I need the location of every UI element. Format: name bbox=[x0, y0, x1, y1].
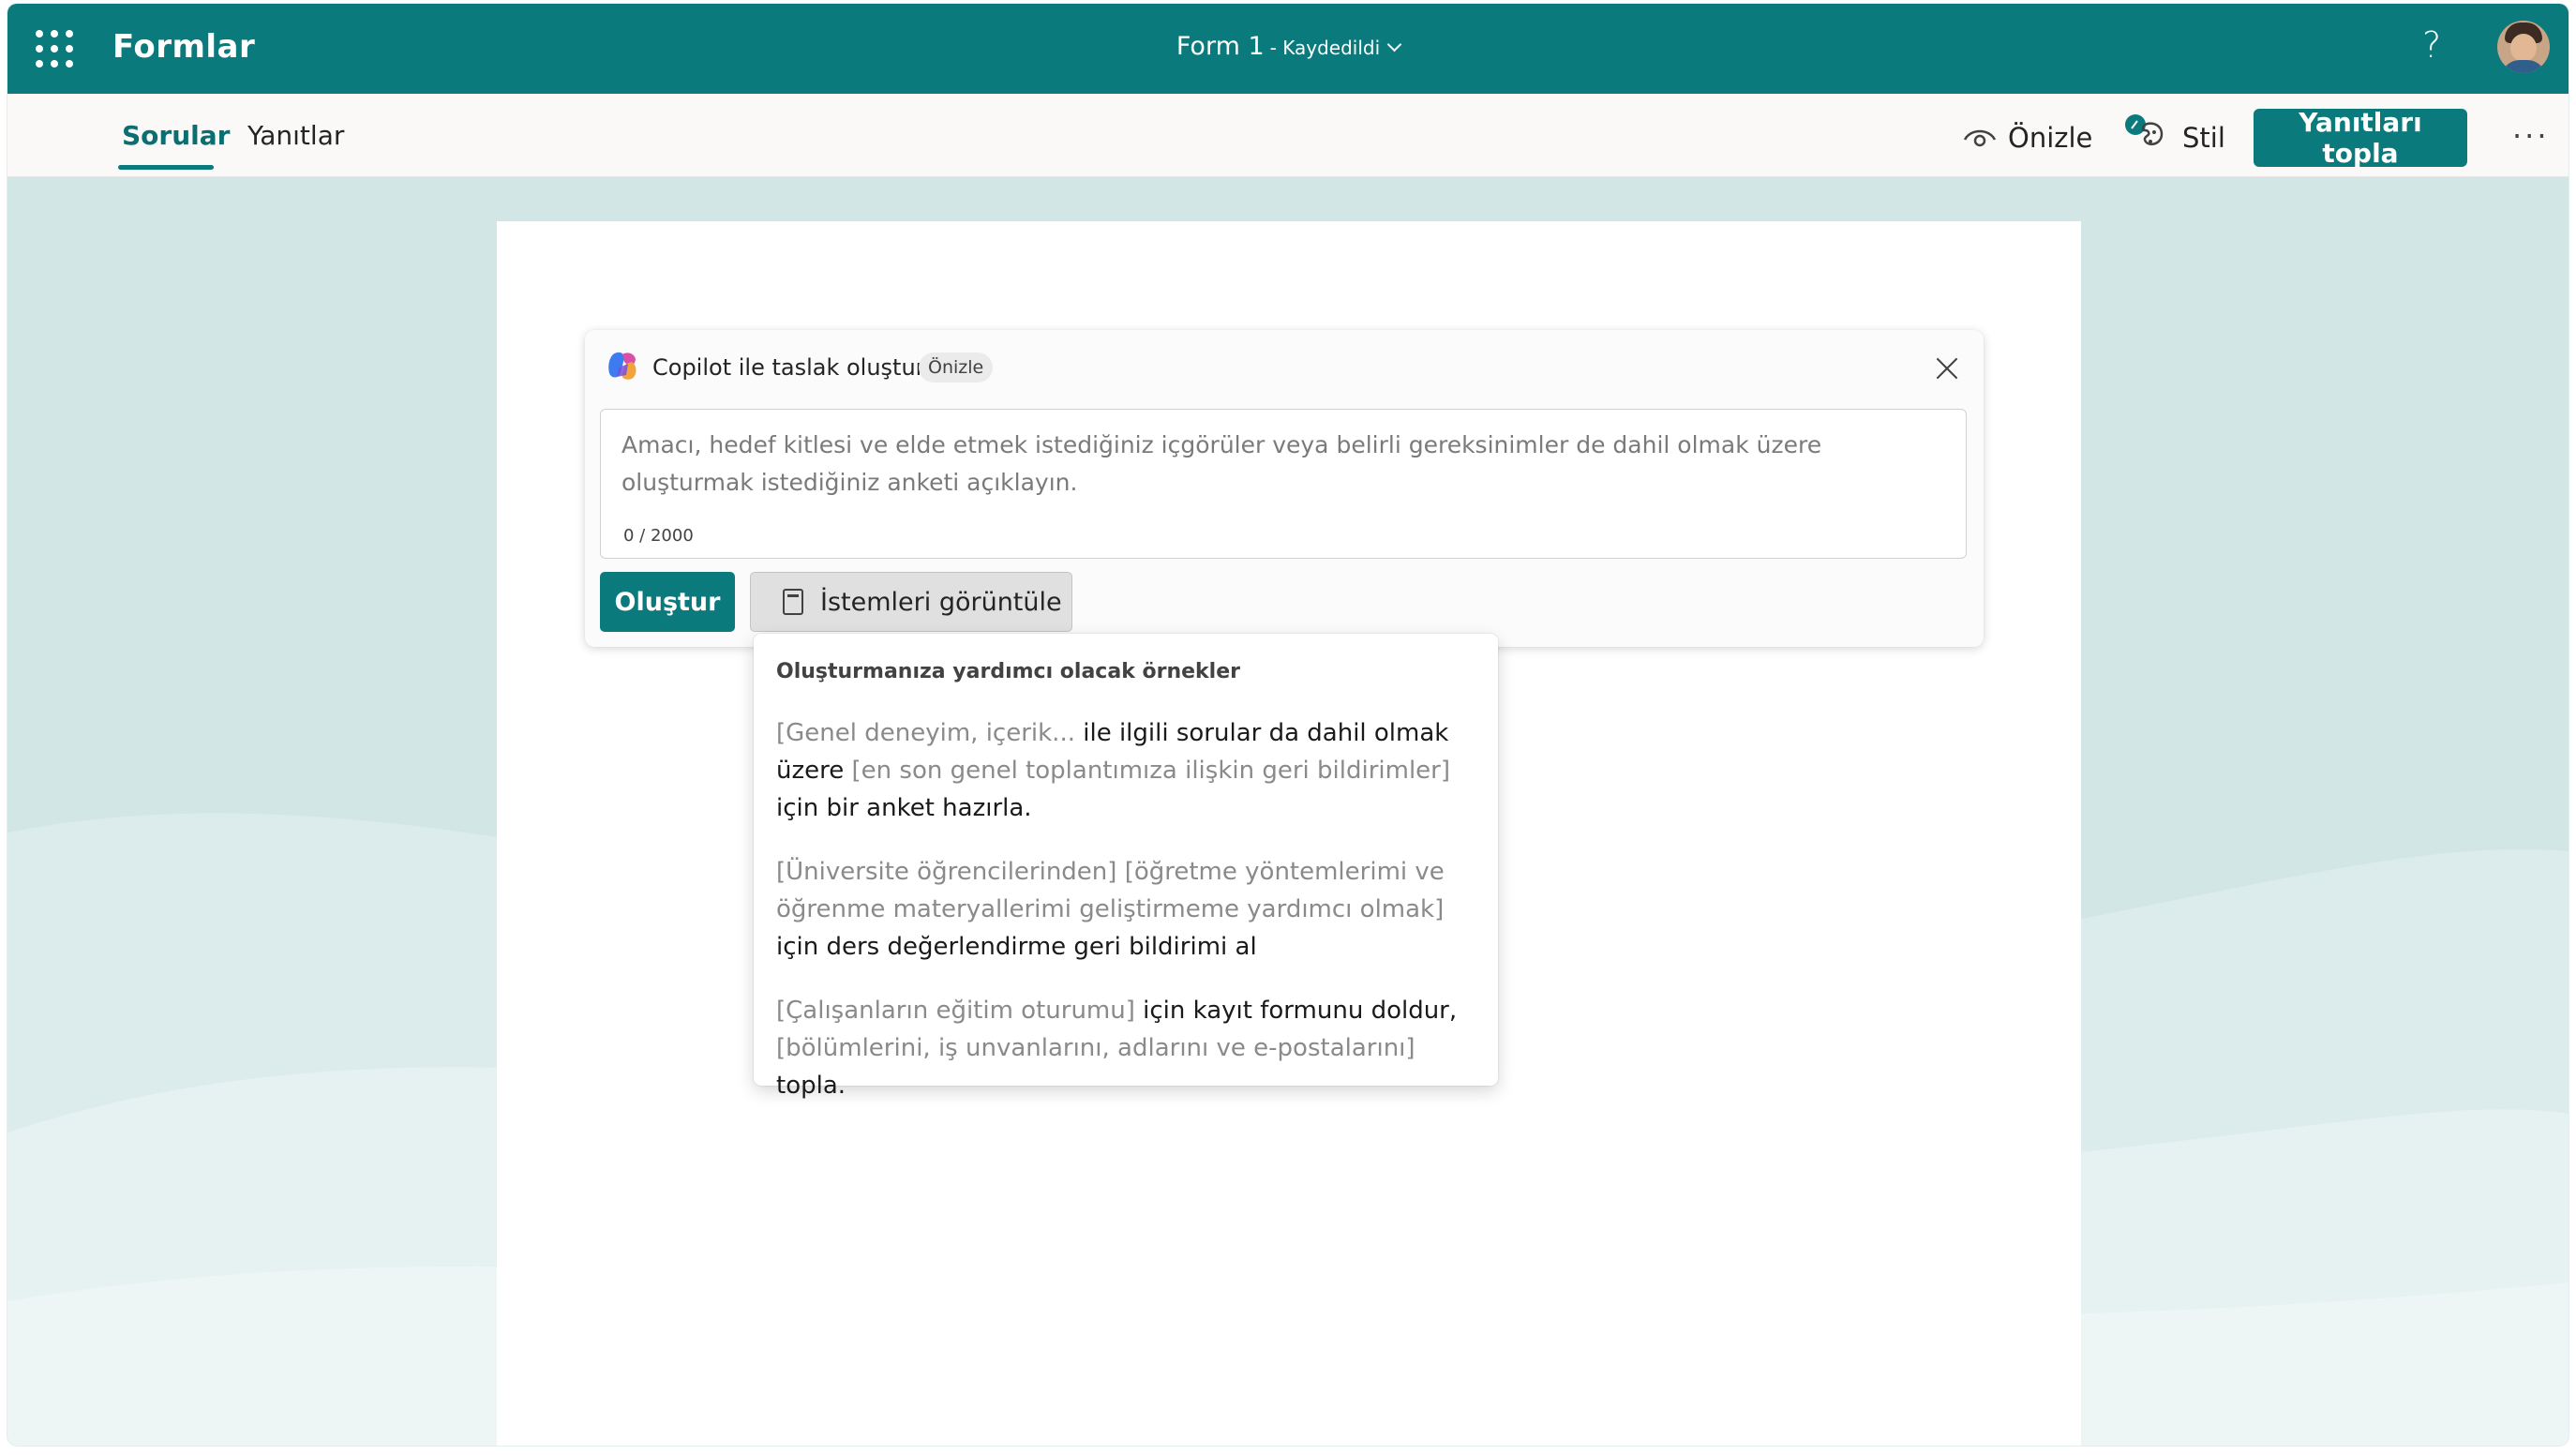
example-placeholder: [Üniversite öğrencilerinden] [öğretme yö… bbox=[776, 858, 1445, 923]
example-text: için ders değerlendirme geri bildirimi a… bbox=[776, 933, 1257, 961]
sub-navigation: Sorular Yanıtlar Önizle Stil Yanıtları t… bbox=[7, 94, 2569, 177]
tab-questions[interactable]: Sorular bbox=[122, 120, 230, 151]
character-counter: 0 / 2000 bbox=[623, 526, 694, 546]
example-placeholder: [bölümlerini, iş unvanlarını, adlarını v… bbox=[776, 1034, 1415, 1062]
example-item[interactable]: [Genel deneyim, içerik... ile ilgili sor… bbox=[776, 714, 1479, 827]
example-text: için bir anket hazırla. bbox=[776, 794, 1032, 822]
example-text: için kayıt formunu doldur, bbox=[1134, 997, 1458, 1025]
prompt-input[interactable] bbox=[622, 427, 1943, 513]
preview-label: Önizle bbox=[2008, 122, 2093, 154]
style-button[interactable]: Stil bbox=[2122, 114, 2225, 154]
book-icon bbox=[783, 589, 803, 615]
preview-button[interactable]: Önizle bbox=[1963, 122, 2092, 154]
form-title-menu[interactable]: Form 1- Kaydedildi bbox=[7, 32, 2569, 61]
preview-badge: Önizle bbox=[919, 352, 994, 382]
view-prompts-button[interactable]: İstemleri görüntüle bbox=[750, 572, 1072, 632]
example-item[interactable]: [Çalışanların eğitim oturumu] için kayıt… bbox=[776, 992, 1479, 1104]
help-icon[interactable]: ? bbox=[2422, 24, 2441, 66]
form-title: Form 1 bbox=[1176, 32, 1265, 61]
close-icon[interactable] bbox=[1931, 352, 1963, 384]
example-placeholder: [en son genel toplantımıza ilişkin geri … bbox=[851, 757, 1451, 785]
view-prompts-label: İstemleri görüntüle bbox=[820, 587, 1062, 617]
prompt-examples-flyout: Oluşturmanıza yardımcı olacak örnekler [… bbox=[754, 634, 1498, 1100]
tab-responses[interactable]: Yanıtlar bbox=[247, 120, 344, 151]
chevron-down-icon bbox=[1386, 37, 1402, 52]
top-bar: Formlar Form 1- Kaydedildi ? bbox=[7, 4, 2569, 94]
create-button[interactable]: Oluştur bbox=[600, 572, 735, 632]
example-placeholder: [Genel deneyim, içerik... bbox=[776, 719, 1075, 747]
active-tab-indicator bbox=[118, 165, 214, 170]
collect-responses-button[interactable]: Yanıtları topla bbox=[2254, 107, 2467, 169]
example-placeholder: [Çalışanların eğitim oturumu] bbox=[776, 997, 1135, 1025]
eye-icon bbox=[1963, 129, 1997, 147]
example-text: topla. bbox=[776, 1072, 846, 1100]
style-label: Stil bbox=[2182, 122, 2225, 154]
examples-heading: Oluşturmanıza yardımcı olacak örnekler bbox=[776, 660, 1240, 683]
copilot-title: Copilot ile taslak oluştur bbox=[652, 354, 925, 381]
copilot-logo-icon bbox=[608, 352, 637, 380]
example-item[interactable]: [Üniversite öğrencilerinden] [öğretme yö… bbox=[776, 853, 1479, 966]
avatar[interactable] bbox=[2497, 21, 2550, 73]
copilot-draft-panel: Copilot ile taslak oluştur Önizle 0 / 20… bbox=[585, 330, 1984, 647]
palette-icon bbox=[2125, 114, 2164, 146]
more-options-icon[interactable]: ··· bbox=[2512, 118, 2550, 154]
prompt-field[interactable]: 0 / 2000 bbox=[600, 409, 1967, 559]
save-status: - Kaydedildi bbox=[1269, 37, 1381, 59]
